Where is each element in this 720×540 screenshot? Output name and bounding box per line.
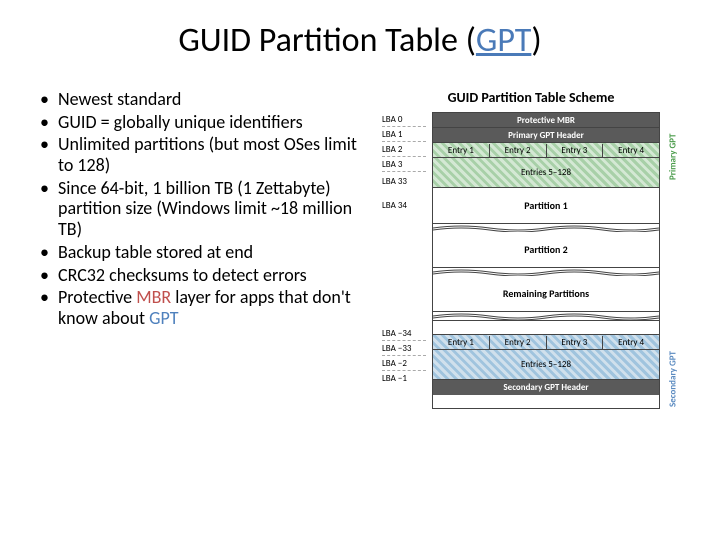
entry-cell: Entry 1 xyxy=(433,144,490,157)
row-remaining-partitions: Remaining Partitions xyxy=(433,276,659,312)
row-entries-5-128: Entries 5–128 xyxy=(433,158,659,188)
row-sec-entries-1-4: Entry 1 Entry 2 Entry 3 Entry 4 xyxy=(433,335,659,350)
slide-title: GUID Partition Table (GPT) xyxy=(40,20,680,61)
entry-cell: Entry 2 xyxy=(490,144,547,157)
lba-label: LBA 34 xyxy=(382,187,426,223)
lba-label: LBA 0 xyxy=(382,112,426,127)
bullet-item: GUID = globally unique identifiers xyxy=(40,112,370,133)
entry-cell: Entry 2 xyxy=(490,336,547,349)
bullet-list: Newest standard GUID = globally unique i… xyxy=(40,89,370,409)
row-entries-1-4: Entry 1 Entry 2 Entry 3 Entry 4 xyxy=(433,143,659,158)
lba-label: LBA −34 xyxy=(382,326,426,341)
lba-label: LBA 3 xyxy=(382,157,426,172)
content-area: Newest standard GUID = globally unique i… xyxy=(40,89,680,409)
title-prefix: GUID Partition Table ( xyxy=(178,20,476,61)
side-label-primary: Primary GPT xyxy=(666,127,680,187)
zigzag-break xyxy=(433,312,659,320)
zigzag-break xyxy=(433,268,659,276)
mbr-term: MBR xyxy=(136,286,171,308)
row-sec-entries-5-128: Entries 5–128 xyxy=(433,350,659,380)
row-secondary-header: Secondary GPT Header xyxy=(433,380,659,395)
entry-cell: Entry 1 xyxy=(433,336,490,349)
bullet-item: Newest standard xyxy=(40,89,370,110)
bullet-item: Unlimited partitions (but most OSes limi… xyxy=(40,134,370,175)
bullet-text: Protective xyxy=(58,286,136,308)
row-partition-1: Partition 1 xyxy=(433,188,659,224)
lba-column: LBA 0 LBA 1 LBA 2 LBA 3 LBA 33 LBA 34 LB… xyxy=(382,112,426,409)
lba-label: LBA 33 xyxy=(382,172,426,187)
diagram-title: GUID Partition Table Scheme xyxy=(382,89,680,106)
scheme-column: Protective MBR Primary GPT Header Entry … xyxy=(432,112,660,409)
lba-label: LBA −1 xyxy=(382,371,426,386)
title-gpt-link[interactable]: GPT xyxy=(476,20,531,61)
row-partition-2: Partition 2 xyxy=(433,232,659,268)
lba-label: LBA −2 xyxy=(382,356,426,371)
gpt-diagram: GUID Partition Table Scheme LBA 0 LBA 1 … xyxy=(382,89,680,409)
row-spacer xyxy=(433,320,659,335)
side-label-secondary: Secondary GPT xyxy=(666,349,680,409)
bullet-item: Protective MBR layer for apps that don't… xyxy=(40,287,370,328)
lba-label: LBA 2 xyxy=(382,142,426,157)
bullet-item: Since 64-bit, 1 billion TB (1 Zettabyte)… xyxy=(40,178,370,240)
title-suffix: ) xyxy=(531,20,541,61)
entry-cell: Entry 4 xyxy=(603,336,659,349)
bullet-item: CRC32 checksums to detect errors xyxy=(40,265,370,286)
lba-label: LBA −33 xyxy=(382,341,426,356)
entry-cell: Entry 3 xyxy=(547,144,604,157)
lba-label: LBA 1 xyxy=(382,127,426,142)
entry-cell: Entry 3 xyxy=(547,336,604,349)
side-labels: Primary GPT Secondary GPT xyxy=(666,112,680,409)
entry-cell: Entry 4 xyxy=(603,144,659,157)
row-protective-mbr: Protective MBR xyxy=(433,113,659,128)
gpt-term: GPT xyxy=(149,307,178,329)
row-primary-header: Primary GPT Header xyxy=(433,128,659,143)
zigzag-break xyxy=(433,224,659,232)
bullet-item: Backup table stored at end xyxy=(40,242,370,263)
